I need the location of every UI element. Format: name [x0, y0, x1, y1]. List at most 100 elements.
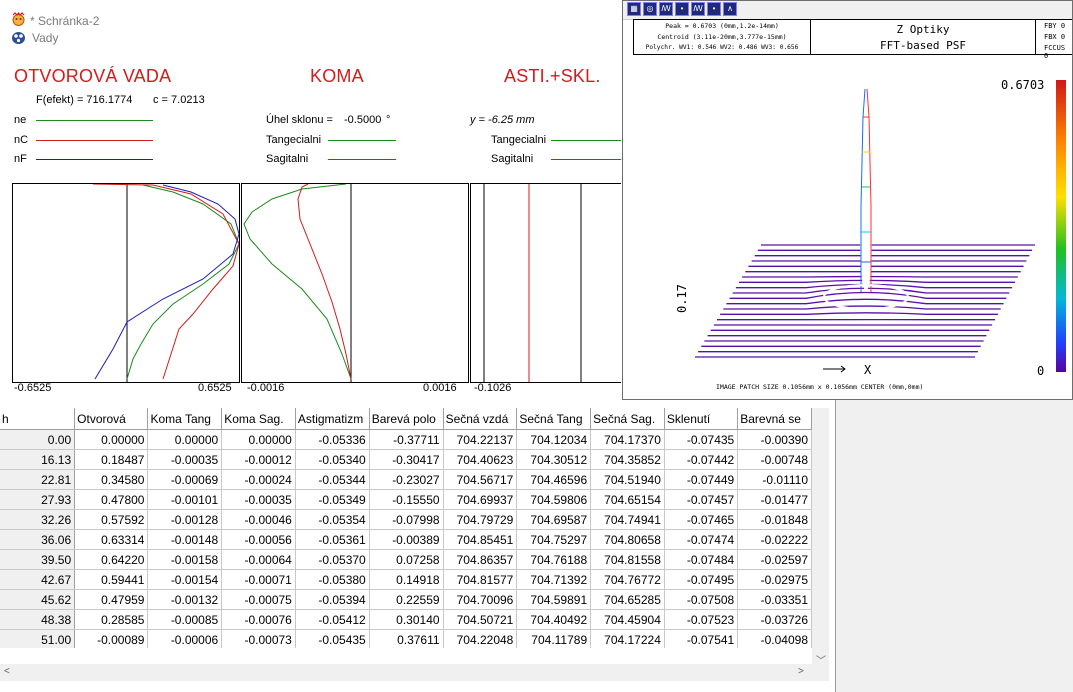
grid-view-icon[interactable]: ▦ [627, 2, 641, 16]
table-cell[interactable]: -0.00128 [147, 509, 223, 530]
table-cell[interactable]: -0.00035 [147, 449, 223, 470]
table-cell[interactable]: -0.23027 [369, 469, 444, 490]
column-header[interactable]: Astigmatizm [295, 408, 370, 430]
table-cell[interactable]: 704.17370 [590, 429, 665, 450]
table-cell[interactable]: -0.05361 [295, 529, 370, 550]
table-cell[interactable]: -0.00035 [221, 489, 296, 510]
table-cell[interactable]: 704.65154 [590, 489, 665, 510]
table-cell[interactable]: -0.00748 [737, 449, 812, 470]
table-cell[interactable]: 704.79729 [443, 509, 518, 530]
row-height-cell[interactable]: 42.67 [0, 569, 76, 590]
column-header[interactable]: Sečná vzdá [443, 408, 518, 430]
table-cell[interactable]: 704.69937 [443, 489, 518, 510]
table-cell[interactable]: -0.00012 [221, 449, 296, 470]
table-cell[interactable]: 704.86357 [443, 549, 518, 570]
table-cell[interactable]: -0.07474 [664, 529, 739, 550]
row-height-cell[interactable]: 22.81 [0, 469, 76, 490]
table-row[interactable]: 45.62 0.47959 -0.00132 -0.00075 -0.05394 0.22… [0, 589, 812, 610]
table-cell[interactable]: -0.37711 [369, 429, 444, 450]
table-row[interactable]: 22.81 0.34580 -0.00069 -0.00024 -0.05344 -0.2… [0, 469, 812, 490]
table-cell[interactable]: -0.07495 [664, 569, 739, 590]
table-cell[interactable]: 0.00000 [147, 429, 223, 450]
table-cell[interactable]: 704.30512 [516, 449, 592, 470]
table-cell[interactable]: 0.37611 [369, 629, 444, 648]
table-cell[interactable]: 704.45904 [590, 609, 665, 630]
table-cell[interactable]: -0.05380 [295, 569, 370, 590]
table-cell[interactable]: -0.00085 [147, 609, 223, 630]
table-cell[interactable]: -0.07465 [664, 509, 739, 530]
row-height-cell[interactable]: 45.62 [0, 589, 76, 610]
table-cell[interactable]: 704.17224 [590, 629, 665, 648]
table-cell[interactable]: -0.05344 [295, 469, 370, 490]
table-cell[interactable]: -0.05336 [295, 429, 370, 450]
column-header[interactable]: Otvorová [74, 408, 149, 430]
table-row[interactable]: 39.50 0.64220 -0.00158 -0.00064 -0.05370 0.07… [0, 549, 812, 570]
table-cell[interactable]: -0.07508 [664, 589, 739, 610]
dot-mode2-icon[interactable]: • [707, 2, 721, 16]
column-header[interactable]: Koma Sag. [221, 408, 296, 430]
table-cell[interactable]: 0.34580 [74, 469, 149, 490]
table-cell[interactable]: 704.35852 [590, 449, 665, 470]
table-cell[interactable]: 704.80658 [590, 529, 665, 550]
table-cell[interactable]: -0.00132 [147, 589, 223, 610]
table-row[interactable]: 16.13 0.18487 -0.00035 -0.00012 -0.05340 -0.3… [0, 449, 812, 470]
table-cell[interactable]: -0.15550 [369, 489, 444, 510]
psf-mode1-icon[interactable]: ꟿ [659, 2, 673, 16]
results-table-container[interactable]: h Otvorová Koma Tang Koma Sag. Astigmatizm Ba… [0, 408, 812, 648]
table-cell[interactable]: -0.05394 [295, 589, 370, 610]
table-row[interactable]: 27.93 0.47800 -0.00101 -0.00035 -0.05349 -0.1… [0, 489, 812, 510]
table-cell[interactable]: -0.07449 [664, 469, 739, 490]
table-cell[interactable]: -0.07998 [369, 509, 444, 530]
table-cell[interactable]: -0.07435 [664, 429, 739, 450]
table-cell[interactable]: 704.59806 [516, 489, 592, 510]
row-height-cell[interactable]: 48.38 [0, 609, 76, 630]
table-cell[interactable]: -0.00390 [737, 429, 812, 450]
table-cell[interactable]: -0.05370 [295, 549, 370, 570]
table-cell[interactable]: 704.50721 [443, 609, 518, 630]
table-cell[interactable]: 704.59891 [516, 589, 592, 610]
table-cell[interactable]: 704.85451 [443, 529, 518, 550]
table-cell[interactable]: 0.47800 [74, 489, 149, 510]
table-cell[interactable]: -0.00089 [74, 629, 149, 648]
table-cell[interactable]: -0.00071 [221, 569, 296, 590]
table-cell[interactable]: 0.63314 [74, 529, 149, 550]
table-cell[interactable]: 0.00000 [221, 429, 296, 450]
column-header[interactable]: Sečná Tang [516, 408, 592, 430]
table-cell[interactable]: 0.18487 [74, 449, 149, 470]
table-cell[interactable]: 704.74941 [590, 509, 665, 530]
table-cell[interactable]: 704.81577 [443, 569, 518, 590]
table-cell[interactable]: -0.00158 [147, 549, 223, 570]
table-cell[interactable]: 704.56717 [443, 469, 518, 490]
table-cell[interactable]: -0.07442 [664, 449, 739, 470]
column-header[interactable]: Barevá polo [369, 408, 444, 430]
dot-mode1-icon[interactable]: • [675, 2, 689, 16]
table-cell[interactable]: 704.11789 [516, 629, 592, 648]
row-height-cell[interactable]: 16.13 [0, 449, 76, 470]
table-cell[interactable]: -0.05435 [295, 629, 370, 648]
table-cell[interactable]: -0.07541 [664, 629, 739, 648]
vertical-scrollbar[interactable]: ﹀ [812, 408, 829, 667]
table-cell[interactable]: -0.07457 [664, 489, 739, 510]
table-cell[interactable]: 0.22559 [369, 589, 444, 610]
column-header[interactable]: Barevná se [737, 408, 812, 430]
table-cell[interactable]: -0.07523 [664, 609, 739, 630]
table-cell[interactable]: -0.00075 [221, 589, 296, 610]
table-cell[interactable]: 0.00000 [74, 429, 149, 450]
table-cell[interactable]: 704.51940 [590, 469, 665, 490]
table-row[interactable]: 48.38 0.28585 -0.00085 -0.00076 -0.05412 0.30… [0, 609, 812, 630]
table-row[interactable]: 51.00 -0.00089 -0.00006 -0.00073 -0.05435 0.3… [0, 629, 812, 648]
results-table[interactable]: h Otvorová Koma Tang Koma Sag. Astigmatizm Ba… [0, 408, 812, 648]
table-cell[interactable]: -0.02975 [737, 569, 812, 590]
table-cell[interactable]: -0.00148 [147, 529, 223, 550]
table-cell[interactable]: -0.00056 [221, 529, 296, 550]
table-cell[interactable]: -0.00101 [147, 489, 223, 510]
row-height-cell[interactable]: 32.26 [0, 509, 76, 530]
table-cell[interactable]: 0.59441 [74, 569, 149, 590]
table-cell[interactable]: 704.65285 [590, 589, 665, 610]
table-cell[interactable]: -0.01110 [737, 469, 812, 490]
table-cell[interactable]: -0.00154 [147, 569, 223, 590]
table-cell[interactable]: 704.22137 [443, 429, 518, 450]
row-height-cell[interactable]: 39.50 [0, 549, 76, 570]
row-height-cell[interactable]: 0.00 [0, 429, 76, 450]
table-cell[interactable]: -0.00024 [221, 469, 296, 490]
